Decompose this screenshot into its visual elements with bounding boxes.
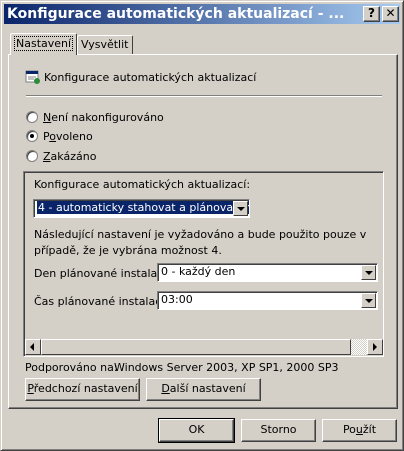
radio-not-configured-label[interactable]: Není nakonfigurováno [43, 111, 164, 124]
close-icon: ✕ [385, 6, 396, 20]
policy-setting-icon [25, 70, 40, 84]
scroll-left-icon[interactable] [25, 339, 41, 355]
tab-vysvetlit-label: Vysvětlit [81, 38, 129, 51]
configure-value: 4 - automaticky stahovat a plánovat inst… [37, 201, 249, 214]
radio-not-configured-text: ení nakonfigurováno [51, 111, 164, 124]
time-label: Čas plánované instalace: [34, 295, 172, 308]
tab-nastaveni[interactable]: Nastavení [10, 33, 78, 55]
supported-value: Windows Server 2003, XP SP1, 2000 SP3 [114, 361, 339, 374]
window-title: Konfigurace automatických aktualizací - … [7, 6, 345, 22]
policy-dialog: Konfigurace automatických aktualizací - … [0, 0, 404, 451]
time-dropdown[interactable]: 03:00 [157, 291, 378, 310]
day-label: Den plánované instalace: [34, 267, 174, 280]
ok-button[interactable]: OK [158, 418, 235, 443]
radio-selected-dot [30, 134, 34, 138]
chevron-down-icon[interactable] [233, 201, 248, 216]
policy-name: Konfigurace automatických aktualizací [44, 71, 257, 84]
cancel-button[interactable]: Storno [241, 419, 316, 442]
radio-disabled-label[interactable]: Zakázáno [43, 150, 96, 163]
radio-disabled[interactable] [26, 150, 38, 162]
ok-label: OK [188, 423, 205, 436]
options-panel: Konfigurace automatických aktualizací: 4… [23, 171, 384, 357]
horizontal-scrollbar[interactable] [25, 339, 383, 355]
option-note: Následující nastavení je vyžadováno a bu… [34, 228, 367, 257]
time-value: 03:00 [161, 293, 193, 306]
chevron-down-icon[interactable] [361, 265, 376, 280]
help-button[interactable]: ? [363, 6, 380, 22]
next-setting-button[interactable]: Další nastavení [146, 378, 261, 401]
radio-enabled[interactable] [26, 130, 38, 142]
header-separator [26, 95, 382, 97]
scroll-thumb[interactable] [41, 339, 351, 355]
close-button[interactable]: ✕ [382, 6, 399, 22]
tab-nastaveni-label: Nastavení [14, 36, 74, 51]
cancel-label: Storno [260, 423, 297, 436]
day-value: 0 - každý den [161, 265, 236, 278]
scroll-right-icon[interactable] [367, 339, 383, 355]
radio-enabled-label[interactable]: Povoleno [43, 130, 93, 143]
previous-setting-button[interactable]: Předchozí nastavení [25, 378, 140, 401]
title-bar[interactable]: Konfigurace automatických aktualizací - … [4, 4, 400, 24]
help-icon: ? [368, 6, 375, 20]
configure-label: Konfigurace automatických aktualizací: [34, 178, 251, 191]
radio-not-configured[interactable] [26, 111, 38, 123]
tab-vysvetlit[interactable]: Vysvětlit [77, 35, 133, 54]
configure-dropdown[interactable]: 4 - automaticky stahovat a plánovat inst… [33, 199, 250, 218]
supported-label: Podporováno na: [25, 361, 118, 374]
day-dropdown[interactable]: 0 - každý den [157, 263, 378, 282]
chevron-down-icon[interactable] [361, 293, 376, 308]
apply-button[interactable]: Použít [322, 419, 397, 442]
